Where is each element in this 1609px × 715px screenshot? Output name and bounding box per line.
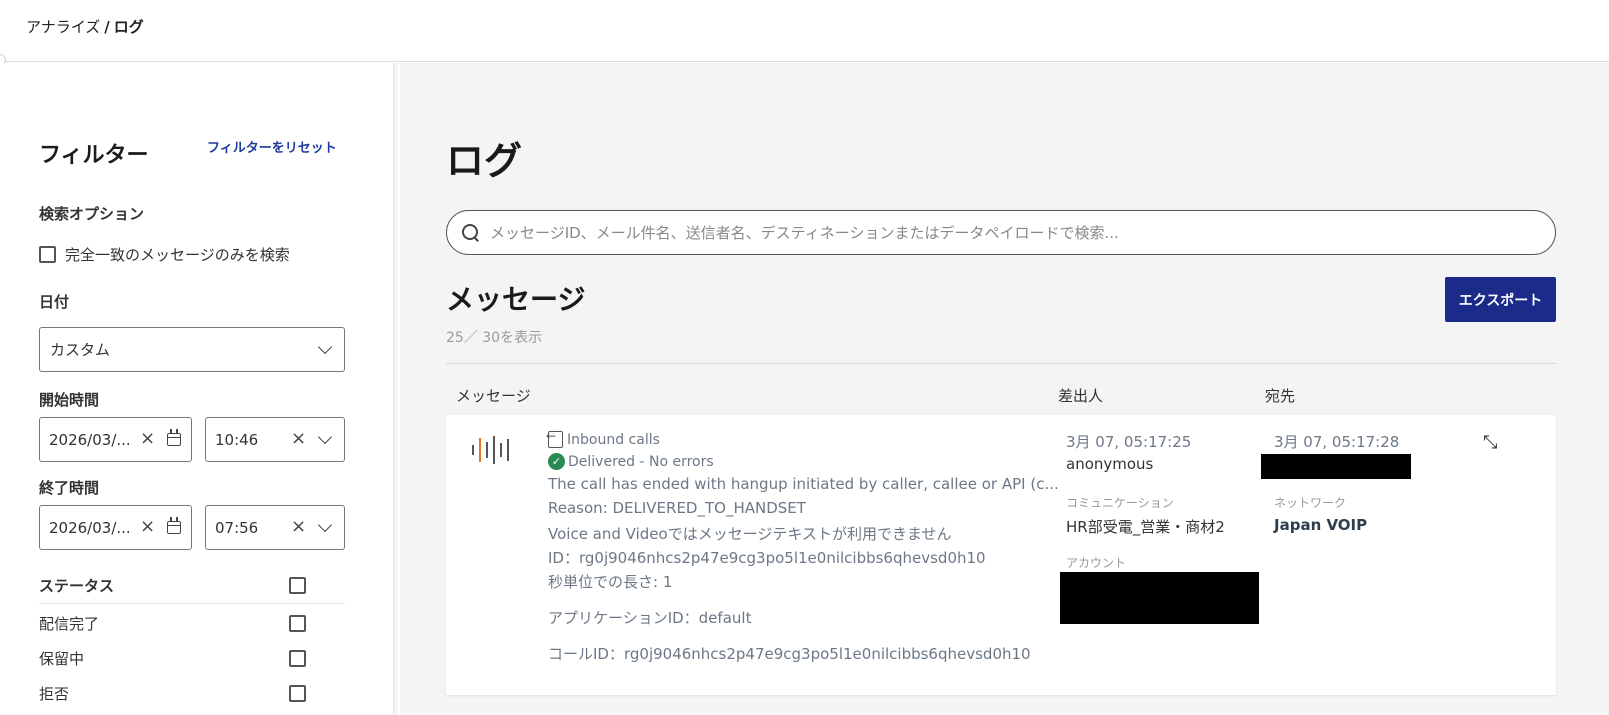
export-button[interactable]: エクスポート (1445, 277, 1556, 322)
top-bar: アナライズ / ログ (0, 0, 1609, 62)
date-select[interactable]: カスタム (39, 327, 345, 372)
call-id: コールID：rg0j9046nhcs2p47e9cg3po5l1e0nilcib… (548, 645, 1031, 663)
breadcrumb-parent[interactable]: アナライズ (26, 18, 100, 36)
delivery-status-label: Delivered - No errors (568, 453, 714, 470)
status-rejected-checkbox[interactable] (289, 684, 306, 702)
date-label: 日付 (39, 293, 70, 311)
start-time-label: 開始時間 (39, 391, 100, 409)
breadcrumb-separator: / (104, 18, 110, 36)
delivery-status: ✓ Delivered - No errors (548, 453, 714, 470)
audio-wave-icon (472, 435, 512, 465)
chevron-down-icon[interactable] (317, 517, 333, 533)
clear-x-icon[interactable]: × (291, 516, 306, 537)
reset-filters-link[interactable]: フィルターをリセット (207, 137, 337, 156)
network-value: Japan VOIP (1274, 516, 1368, 534)
messages-title: メッセージ (446, 283, 586, 316)
start-time-value: 10:46 (215, 430, 259, 449)
communication-label: コミュニケーション (1066, 496, 1174, 510)
status-all-checkbox[interactable] (289, 577, 306, 594)
status-pending-checkbox[interactable] (289, 649, 306, 667)
status-delivered-checkbox[interactable] (289, 614, 306, 632)
sender-name: anonymous (1066, 455, 1154, 473)
status-all-row[interactable]: ステータス (39, 568, 345, 604)
sender-timestamp: 3月 07, 05:17:25 (1066, 433, 1192, 451)
search-options-label: 検索オプション (39, 205, 145, 223)
end-date-field[interactable]: 2026/03/... × (39, 505, 192, 550)
breadcrumb-current: ログ (113, 18, 144, 36)
redacted-account (1060, 572, 1259, 624)
status-option-label: 保留中 (39, 649, 85, 668)
status-option-rejected[interactable]: 拒否 (39, 675, 345, 711)
communication-value: HR部受電_営業・商材2 (1066, 518, 1225, 536)
status-option-pending[interactable]: 保留中 (39, 640, 345, 676)
call-direction: Inbound calls (546, 429, 660, 448)
date-select-value: カスタム (50, 341, 111, 359)
search-icon (461, 223, 480, 242)
start-date-field[interactable]: 2026/03/... × (39, 417, 192, 462)
clear-x-icon[interactable]: × (140, 516, 155, 537)
message-text-note: Voice and Videoではメッセージテキストが利用できません (548, 525, 952, 543)
breadcrumb: アナライズ / ログ (26, 16, 144, 37)
exact-match-option[interactable]: 完全一致のメッセージのみを検索 (39, 244, 290, 265)
destination-timestamp: 3月 07, 05:17:28 (1274, 433, 1400, 451)
message-id: ID：rg0j9046nhcs2p47e9cg3po5l1e0nilcibbs6… (548, 549, 986, 567)
redacted-destination (1261, 454, 1411, 479)
status-option-delivered[interactable]: 配信完了 (39, 605, 345, 641)
column-header-sender: 差出人 (1058, 387, 1104, 405)
filter-title: フィルター (39, 143, 149, 168)
call-type-label: Inbound calls (567, 431, 660, 448)
call-duration: 秒単位での長さ: 1 (548, 573, 673, 591)
table-divider (446, 363, 1556, 364)
exact-match-checkbox[interactable] (39, 246, 56, 263)
account-label: アカウント (1066, 556, 1127, 570)
application-id: アプリケーションID：default (548, 609, 752, 627)
status-label: ステータス (39, 577, 115, 595)
status-option-label: 拒否 (39, 684, 70, 703)
result-count: 25／ 30を表示 (446, 330, 543, 346)
status-option-label: 配信完了 (39, 614, 100, 633)
column-header-destination: 宛先 (1265, 387, 1296, 405)
column-header-message: メッセージ (456, 387, 531, 405)
start-time-field[interactable]: 10:46 × (205, 417, 345, 462)
filter-sidebar: フィルター フィルターをリセット 検索オプション 完全一致のメッセージのみを検索… (0, 63, 394, 715)
end-time-field[interactable]: 07:56 × (205, 505, 345, 550)
main-content: ログ メッセージID、メール件名、送信者名、デスティネーションまたはデータペイロ… (400, 63, 1609, 715)
clear-x-icon[interactable]: × (291, 428, 306, 449)
page-title: ログ (446, 139, 523, 183)
table-row[interactable]: Inbound calls ✓ Delivered - No errors Th… (446, 415, 1556, 695)
search-bar[interactable]: メッセージID、メール件名、送信者名、デスティネーションまたはデータペイロードで… (446, 210, 1556, 255)
check-circle-icon: ✓ (548, 453, 565, 470)
network-label: ネットワーク (1274, 496, 1347, 510)
exact-match-label: 完全一致のメッセージのみを検索 (65, 246, 290, 264)
end-time-label: 終了時間 (39, 479, 100, 497)
call-reason: Reason: DELIVERED_TO_HANDSET (548, 499, 806, 517)
chevron-down-icon (317, 339, 333, 355)
search-input-placeholder[interactable]: メッセージID、メール件名、送信者名、デスティネーションまたはデータペイロードで… (490, 222, 1119, 243)
clear-x-icon[interactable]: × (140, 428, 155, 449)
end-time-value: 07:56 (215, 518, 259, 537)
start-date-value: 2026/03/... (49, 430, 131, 449)
end-date-value: 2026/03/... (49, 518, 131, 537)
calendar-icon[interactable] (167, 429, 181, 446)
collapse-arrows-icon[interactable]: ⤡ (1483, 432, 1505, 454)
chevron-down-icon[interactable] (317, 429, 333, 445)
inbound-call-icon (546, 429, 563, 448)
call-summary: The call has ended with hangup initiated… (548, 475, 1059, 493)
calendar-icon[interactable] (167, 517, 181, 534)
